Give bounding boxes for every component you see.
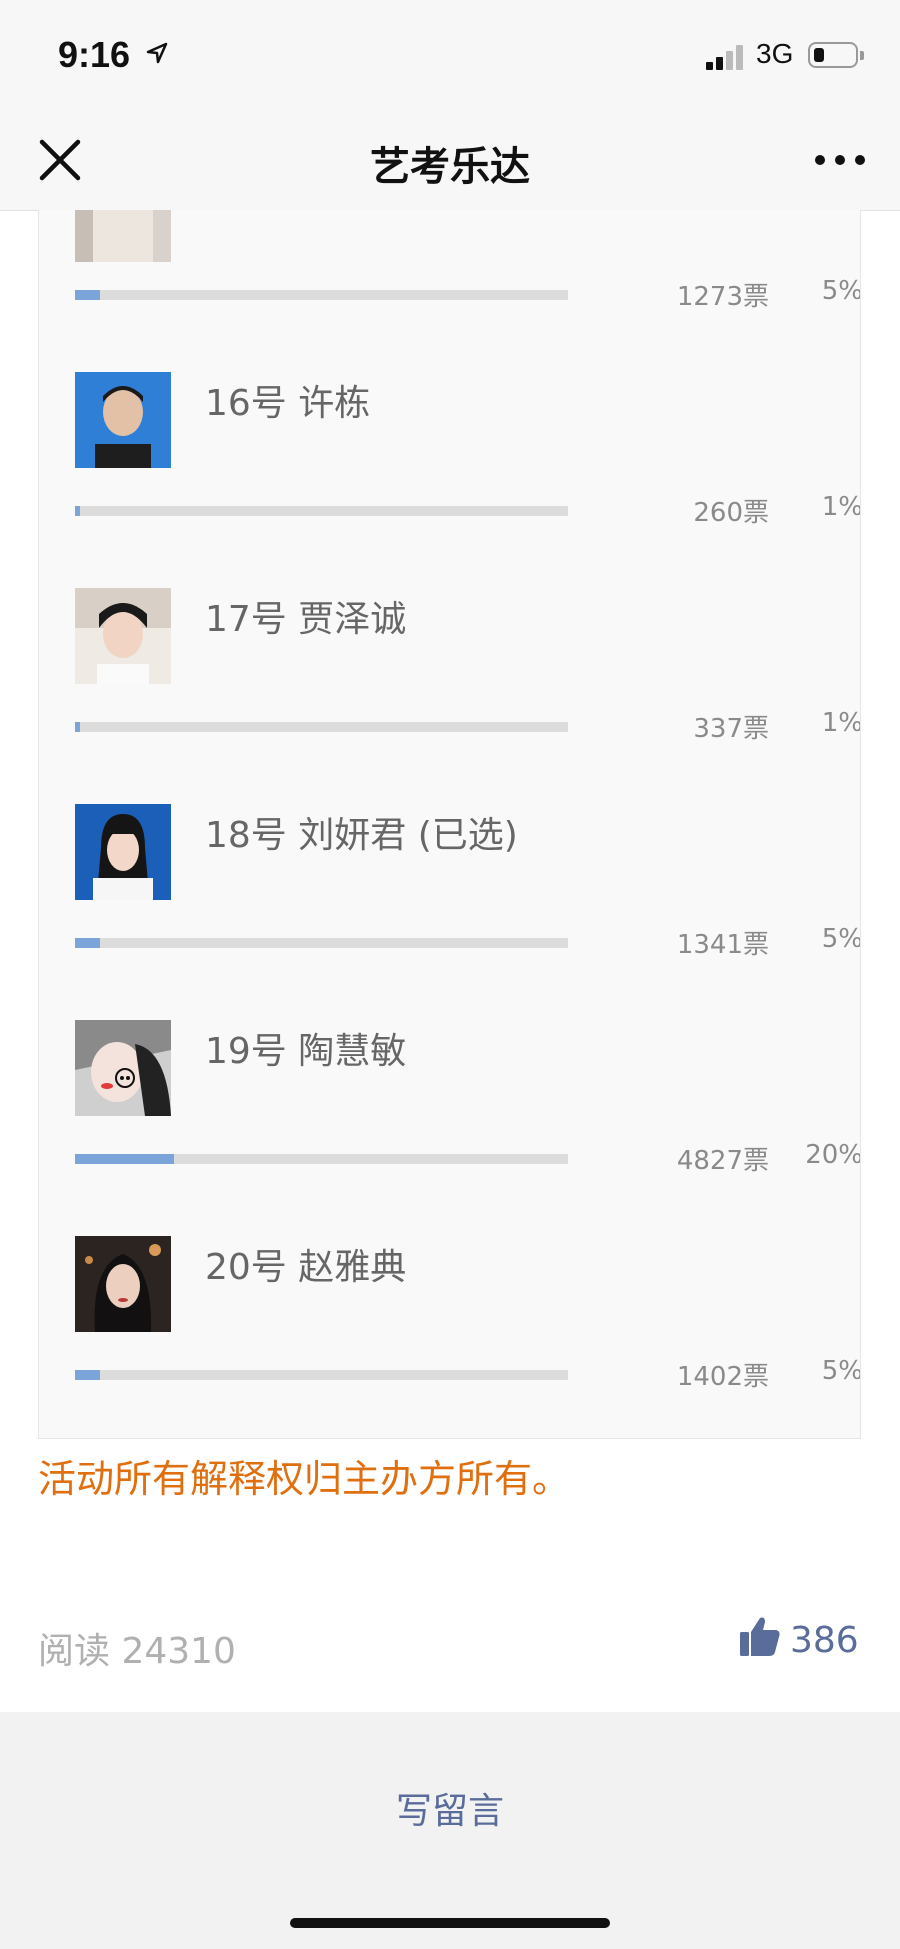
like-count: 386: [790, 1620, 859, 1661]
candidate-name: 19号 陶慧敏: [205, 1031, 407, 1072]
vote-progress-bar: [75, 938, 568, 948]
vote-progress-bar: [75, 290, 568, 300]
candidate-photo: [75, 210, 171, 262]
vote-percent: 20%: [805, 1140, 861, 1170]
candidate-name: 17号 贾泽诚: [205, 599, 407, 640]
candidate-name: 16号 许栋: [205, 383, 371, 424]
vote-progress-fill: [75, 938, 100, 948]
vote-count: 1341票: [676, 930, 769, 960]
vote-card: 1273票 5% 16号 许栋 260票 1% 17号 贾泽诚 337票 1%: [38, 210, 861, 1439]
vote-progress-bar: [75, 506, 568, 516]
disclaimer-text: 活动所有解释权归主办方所有。: [38, 1457, 571, 1501]
candidate-name: 18号 刘妍君 (已选): [205, 815, 518, 856]
vote-progress-fill: [75, 290, 100, 300]
vote-progress-bar: [75, 722, 568, 732]
vote-percent: 1%: [821, 492, 861, 522]
vote-percent: 5%: [821, 1356, 861, 1386]
cellular-signal-icon: [706, 44, 748, 70]
location-arrow-icon: [146, 42, 168, 64]
vote-progress-bar: [75, 1154, 568, 1164]
vote-count: 1402票: [676, 1362, 769, 1392]
vote-progress-fill: [75, 1154, 174, 1164]
candidate-photo[interactable]: [75, 372, 171, 468]
thumbs-up-icon[interactable]: [738, 1614, 782, 1658]
write-comment-button[interactable]: 写留言: [0, 1782, 900, 1834]
comment-area: 写留言: [0, 1712, 900, 1949]
battery-icon: [808, 42, 864, 68]
candidate-name: 20号 赵雅典: [205, 1247, 407, 1288]
vote-count: 337票: [693, 714, 769, 744]
candidate-photo[interactable]: [75, 1236, 171, 1332]
nav-bar: 艺考乐达: [0, 110, 900, 211]
vote-progress-fill: [75, 722, 80, 732]
vote-progress-fill: [75, 1370, 100, 1380]
vote-count: 260票: [693, 498, 769, 528]
vote-progress-bar: [75, 1370, 568, 1380]
candidate-photo[interactable]: [75, 588, 171, 684]
network-type: 3G: [756, 38, 794, 69]
vote-progress-fill: [75, 506, 80, 516]
vote-percent: 5%: [821, 924, 861, 954]
vote-count: 4827票: [676, 1146, 769, 1176]
page-title: 艺考乐达: [370, 144, 530, 190]
vote-count: 1273票: [676, 282, 769, 312]
vote-percent: 5%: [821, 276, 861, 306]
more-button[interactable]: [810, 130, 870, 190]
candidate-photo[interactable]: [75, 1020, 171, 1116]
read-count: 阅读 24310: [38, 1631, 236, 1672]
status-time: 9:16: [58, 34, 131, 75]
vote-percent: 1%: [821, 708, 861, 738]
status-bar: 9:16 3G: [0, 0, 900, 110]
home-indicator: [290, 1918, 610, 1928]
more-dots-icon: [815, 155, 865, 165]
candidate-photo[interactable]: [75, 804, 171, 900]
